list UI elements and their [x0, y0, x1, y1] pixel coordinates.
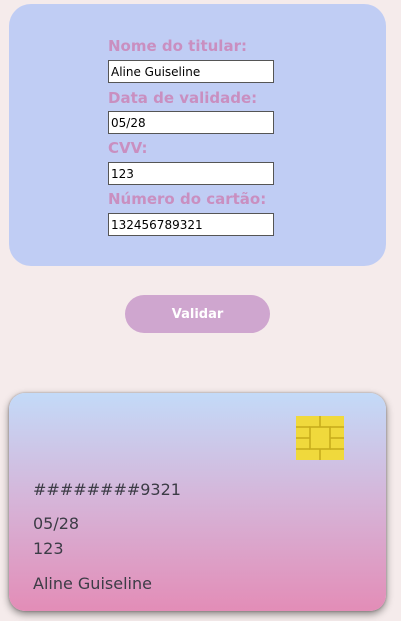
validate-button[interactable]: Validar: [125, 295, 270, 333]
holder-name-label: Nome do titular:: [108, 37, 247, 55]
card-masked-number: ########9321: [33, 480, 181, 499]
credit-card-preview: ########9321 05/28 123 Aline Guiseline: [9, 393, 386, 611]
card-form-panel: Nome do titular: Data de validade: CVV: …: [9, 4, 386, 266]
card-expiry-date: 05/28: [33, 514, 80, 533]
cvv-label: CVV:: [108, 139, 148, 157]
card-number-input[interactable]: [108, 213, 274, 236]
holder-name-input[interactable]: [108, 60, 274, 83]
card-holder-name: Aline Guiseline: [33, 574, 152, 593]
sim-chip-icon: [296, 416, 344, 460]
cvv-input[interactable]: [108, 162, 274, 185]
card-cvv: 123: [33, 539, 64, 558]
expiry-date-label: Data de validade:: [108, 89, 258, 107]
expiry-date-input[interactable]: [108, 111, 274, 134]
card-number-label: Número do cartão:: [108, 190, 267, 208]
